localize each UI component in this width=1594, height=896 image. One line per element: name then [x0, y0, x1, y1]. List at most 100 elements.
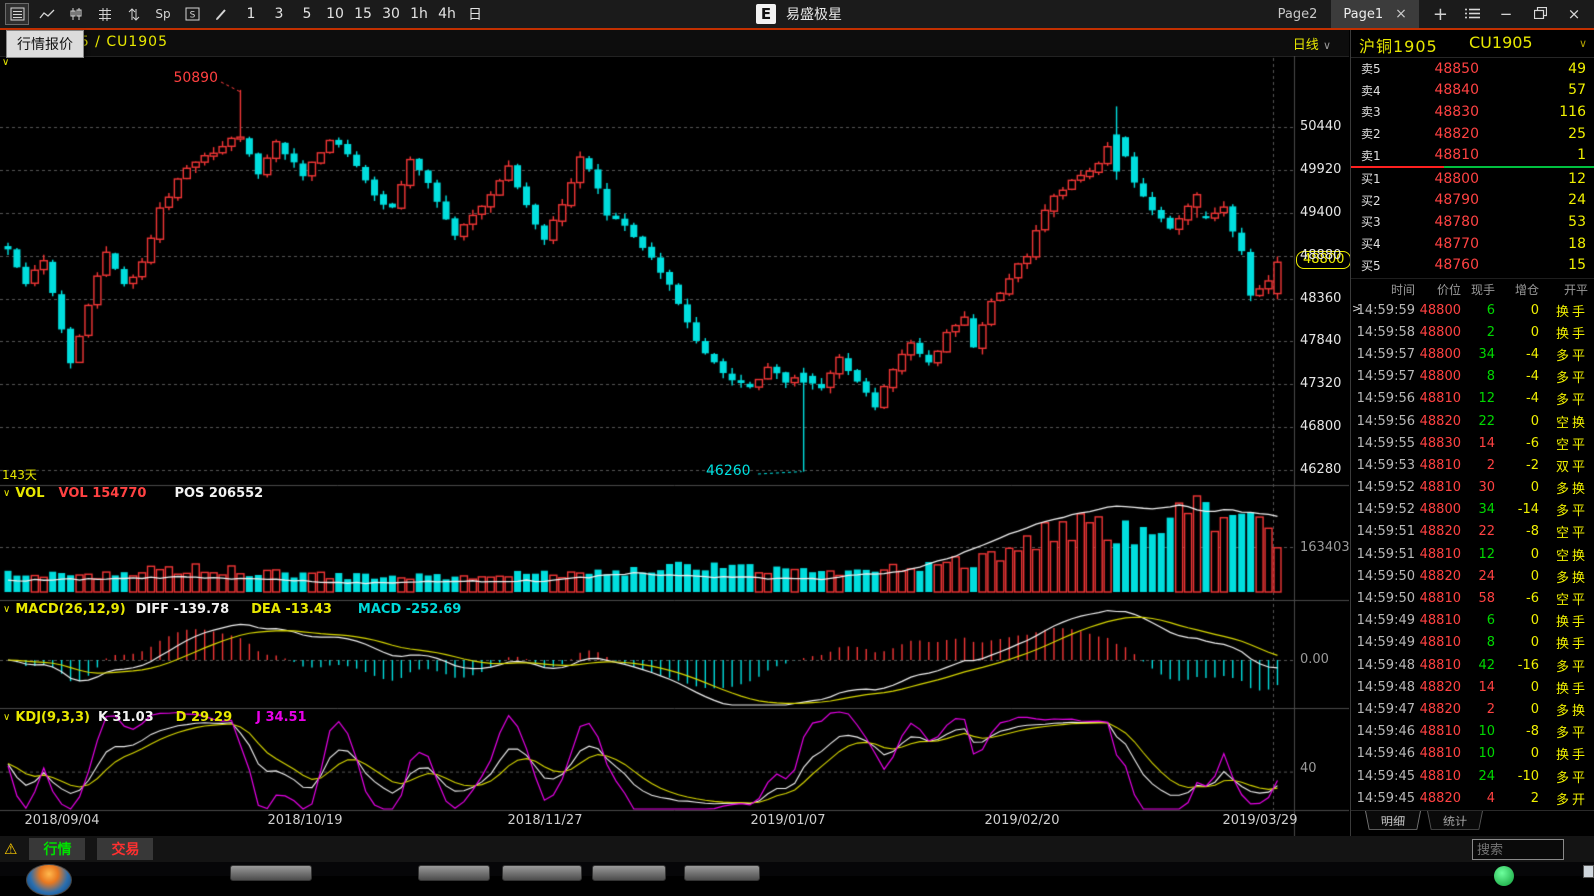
tick-row[interactable]: 14:59:53488102-2双平: [1351, 454, 1594, 476]
ladder-price: 48840: [1393, 82, 1479, 98]
tick-oi-change: -6: [1495, 591, 1539, 606]
tick-row[interactable]: 14:59:484881042-16多平: [1351, 654, 1594, 676]
restore-icon[interactable]: [1530, 5, 1550, 23]
tick-row[interactable]: >14:59:594880060换手: [1351, 299, 1594, 321]
tick-openclose-type: 空平: [1539, 522, 1594, 541]
taskbar-app-button[interactable]: [684, 865, 760, 881]
taskbar-tray-icon[interactable]: [1494, 866, 1514, 886]
kdj-j-value: J 34.51: [256, 710, 306, 725]
ladder-row-asks[interactable]: 卖348830116: [1351, 101, 1594, 123]
tick-row[interactable]: 14:59:564881012-4多平: [1351, 388, 1594, 410]
vol-indicator-row[interactable]: ∨ VOL VOL 154770 POS 206552: [3, 486, 263, 501]
tick-row[interactable]: 14:59:5248810300多换: [1351, 477, 1594, 499]
ladder-row-bids[interactable]: 买44877018: [1351, 233, 1594, 255]
ladder-row-bids[interactable]: 买14880012: [1351, 168, 1594, 190]
market-tab-button[interactable]: 行情: [29, 838, 85, 860]
menu-list-icon[interactable]: [1462, 5, 1482, 23]
quote-tab-tooltip[interactable]: 行情报价: [6, 30, 84, 58]
sort-updown-icon[interactable]: [123, 4, 145, 24]
taskbar-app-button[interactable]: [502, 865, 582, 881]
tab-statistics[interactable]: 统计: [1427, 811, 1483, 830]
tick-price: 48810: [1415, 769, 1461, 784]
tick-oi-change: -4: [1495, 369, 1539, 384]
tick-row[interactable]: 14:59:57488008-4多平: [1351, 366, 1594, 388]
ladder-row-bids[interactable]: 买24879024: [1351, 190, 1594, 212]
tick-row[interactable]: 14:59:514882022-8空平: [1351, 521, 1594, 543]
tick-row[interactable]: 14:59:454882042多开: [1351, 787, 1594, 809]
chevron-down-icon[interactable]: ∨: [1579, 37, 1587, 50]
period-button[interactable]: 日: [466, 4, 484, 24]
tick-oi-change: -8: [1495, 524, 1539, 539]
ladder-row-asks[interactable]: 卖24882025: [1351, 123, 1594, 145]
period-button[interactable]: 3: [270, 6, 288, 22]
period-button[interactable]: 30: [382, 6, 400, 22]
macd-indicator-row[interactable]: ∨ MACD(26,12,9) DIFF -139.78 DEA -13.43 …: [3, 602, 461, 617]
main-collapse-icon[interactable]: ∨: [2, 57, 9, 68]
quote-board-icon[interactable]: [5, 3, 29, 25]
taskbar-app-button[interactable]: [230, 865, 312, 881]
period-button[interactable]: 10: [326, 6, 344, 22]
tick-oi-change: 0: [1495, 680, 1539, 695]
close-tab-icon[interactable]: ×: [1395, 6, 1407, 22]
period-button[interactable]: 4h: [438, 6, 456, 22]
add-page-icon[interactable]: +: [1433, 4, 1448, 25]
tick-row[interactable]: 14:59:524880034-14多平: [1351, 499, 1594, 521]
period-button[interactable]: 1: [242, 6, 260, 22]
tab-page2[interactable]: Page2: [1278, 7, 1318, 22]
tick-time: 14:59:57: [1351, 347, 1415, 362]
tick-price: 48820: [1415, 791, 1461, 806]
start-orb-icon[interactable]: [26, 864, 72, 896]
ladder-row-bids[interactable]: 买54876015: [1351, 254, 1594, 276]
draw-pencil-icon[interactable]: [210, 4, 232, 24]
period-button[interactable]: 1h: [410, 6, 428, 22]
period-dropdown[interactable]: 日线 ∨: [1293, 34, 1331, 53]
tab-detail[interactable]: 明细: [1365, 811, 1421, 830]
kdj-d-value: D 29.29: [176, 710, 232, 725]
quote-panel-header[interactable]: 沪铜1905 CU1905 ∨: [1351, 30, 1594, 58]
tick-row[interactable]: 14:59:504881058-6空平: [1351, 587, 1594, 609]
tick-row[interactable]: 14:59:494881060换手: [1351, 610, 1594, 632]
tick-row[interactable]: 14:59:574880034-4多平: [1351, 343, 1594, 365]
taskbar-app-button[interactable]: [592, 865, 666, 881]
tick-row[interactable]: 14:59:554883014-6空平: [1351, 432, 1594, 454]
tick-row[interactable]: 14:59:5148810120空换: [1351, 543, 1594, 565]
period-button[interactable]: 5: [298, 6, 316, 22]
spread-icon[interactable]: Sp: [152, 4, 174, 24]
tick-row[interactable]: 14:59:4848820140换手: [1351, 676, 1594, 698]
ladder-row-asks[interactable]: 卖54885049: [1351, 58, 1594, 80]
trade-tab-button[interactable]: 交易: [97, 838, 153, 860]
taskbar-app-button[interactable]: [418, 865, 490, 881]
period-button[interactable]: 15: [354, 6, 372, 22]
script-icon[interactable]: S: [181, 4, 203, 24]
tick-row[interactable]: 14:59:454881024-10多平: [1351, 765, 1594, 787]
tick-row[interactable]: 14:59:4648810100换手: [1351, 743, 1594, 765]
line-chart-icon[interactable]: [36, 4, 58, 24]
vol-axis-tick: 163403: [1300, 540, 1350, 555]
tick-row[interactable]: 14:59:474882020多换: [1351, 698, 1594, 720]
search-input[interactable]: [1472, 839, 1564, 860]
tick-time: 14:59:50: [1351, 569, 1415, 584]
kdj-indicator-row[interactable]: ∨ KDJ(9,3,3) K 31.03 D 29.29 J 34.51: [3, 710, 307, 725]
tick-row[interactable]: 14:59:5648820220空换: [1351, 410, 1594, 432]
warning-icon[interactable]: ⚠: [4, 840, 17, 858]
show-desktop-button[interactable]: [1583, 865, 1594, 878]
minimize-icon[interactable]: −: [1496, 5, 1516, 23]
candlestick-icon[interactable]: [65, 4, 87, 24]
tick-price: 48810: [1415, 635, 1461, 650]
ladder-row-bids[interactable]: 买34878053: [1351, 211, 1594, 233]
tick-openclose-type: 换手: [1539, 744, 1594, 763]
tick-row[interactable]: 14:59:494881080换手: [1351, 632, 1594, 654]
tick-row[interactable]: 14:59:464881010-8多平: [1351, 721, 1594, 743]
bid-ask-ladder: 卖54885049卖44884057卖348830116卖24882025卖14…: [1351, 58, 1594, 276]
close-window-icon[interactable]: ×: [1564, 5, 1584, 23]
depth-bars-icon[interactable]: [94, 4, 116, 24]
ladder-qty: 57: [1479, 82, 1594, 98]
tick-row[interactable]: 14:59:584880020换手: [1351, 321, 1594, 343]
tab-page1[interactable]: Page1 ×: [1331, 0, 1418, 28]
tick-oi-change: 0: [1495, 303, 1539, 318]
ladder-row-asks[interactable]: 卖44884057: [1351, 80, 1594, 102]
ladder-row-asks[interactable]: 卖1488101: [1351, 144, 1594, 166]
tick-row[interactable]: 14:59:5048820240多换: [1351, 565, 1594, 587]
tick-oi-change: 0: [1495, 480, 1539, 495]
contract-name: 沪铜1905: [1359, 33, 1438, 57]
